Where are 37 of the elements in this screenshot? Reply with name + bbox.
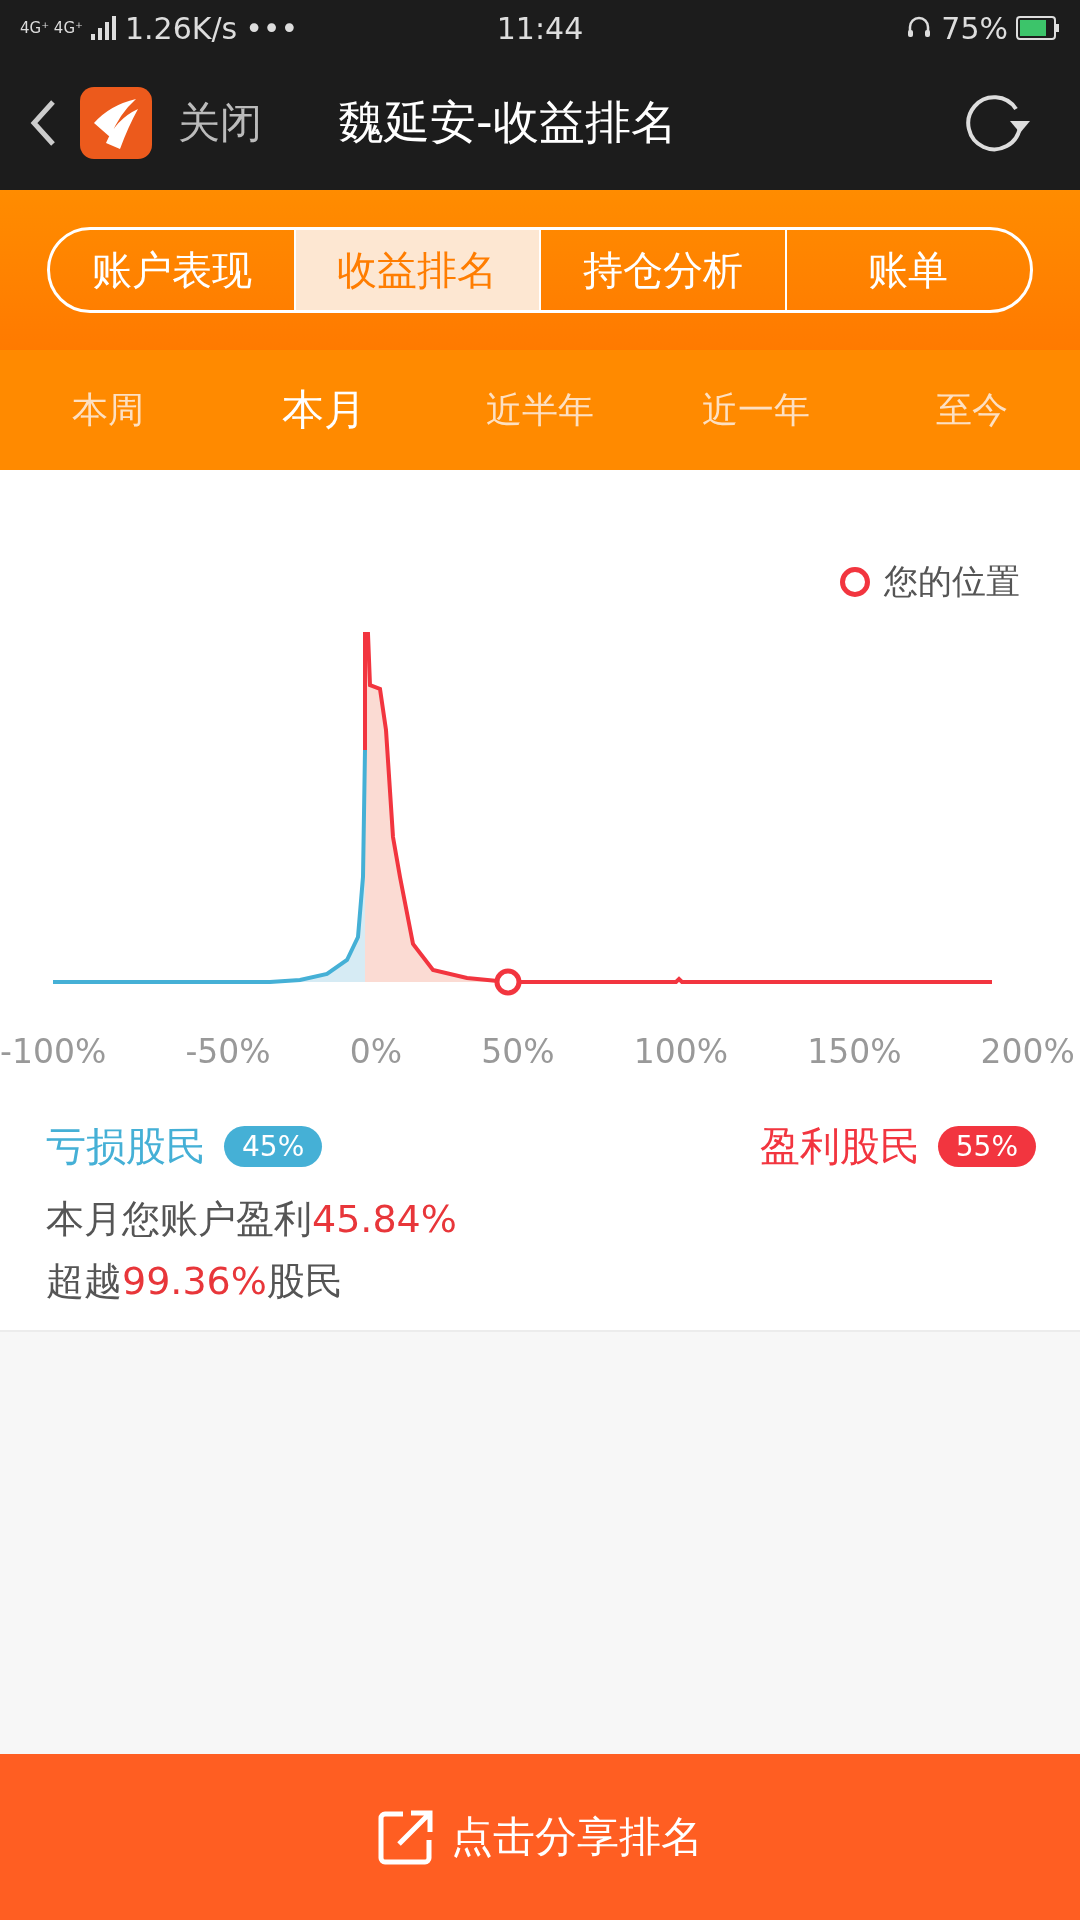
clock: 11:44: [496, 10, 584, 46]
network-label: 4G⁺ 4G⁺: [20, 20, 83, 36]
axis-label: 100%: [633, 1032, 729, 1071]
battery-icon: [1016, 16, 1060, 40]
period-tab[interactable]: 至今: [864, 384, 1080, 436]
tab[interactable]: 收益排名: [295, 230, 541, 310]
group-label: 亏损股民: [46, 1122, 206, 1171]
page-title: 魏延安-收益排名: [338, 94, 677, 151]
group-label: 盈利股民: [759, 1122, 920, 1171]
period-tab[interactable]: 近一年: [648, 384, 864, 436]
legend-label: 您的位置: [884, 560, 1020, 603]
network-speed: 1.26K/s: [124, 10, 238, 46]
signal-icon: [90, 16, 117, 40]
share-button[interactable]: 点击分享排名: [0, 1754, 1080, 1920]
percent-badge: 55%: [937, 1126, 1036, 1167]
summary-text: 本月您账户盈利45.84%: [46, 1196, 458, 1243]
summary-text: 超越99.36%股民: [46, 1258, 344, 1305]
period-tab[interactable]: 本周: [0, 384, 216, 436]
battery-percent: 75%: [941, 10, 1008, 46]
tab[interactable]: 持仓分析: [541, 230, 787, 310]
more-indicator: •••: [245, 10, 299, 46]
axis-label: 150%: [807, 1032, 902, 1071]
position-marker: [494, 968, 522, 996]
axis-label: 200%: [980, 1032, 1075, 1071]
period-tab[interactable]: 近半年: [432, 384, 648, 436]
back-icon[interactable]: [28, 98, 58, 148]
axis-label: 0%: [349, 1032, 403, 1071]
position-legend-icon: [840, 567, 870, 597]
axis-label: -100%: [0, 1032, 107, 1071]
app-logo-icon: [80, 87, 152, 159]
tab[interactable]: 账单: [786, 230, 1030, 310]
share-icon: [377, 1808, 435, 1866]
axis-label: -50%: [185, 1032, 271, 1071]
period-tab[interactable]: 本月: [216, 381, 432, 439]
close-link[interactable]: 关闭: [178, 95, 262, 151]
axis-label: 50%: [481, 1032, 555, 1071]
percent-badge: 45%: [224, 1126, 323, 1167]
